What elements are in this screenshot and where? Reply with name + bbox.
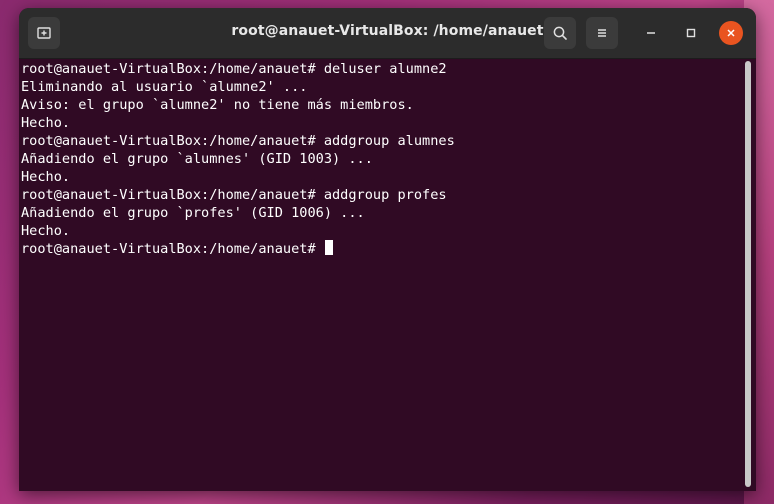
hamburger-menu-icon [598, 29, 606, 37]
terminal-line: Hecho. [21, 223, 71, 239]
maximize-button[interactable] [679, 21, 703, 45]
terminal-line: Eliminando al usuario `alumne2' ... [21, 79, 308, 95]
prompt-line: root@anauet-VirtualBox:/home/anauet# [21, 240, 333, 258]
terminal-line: Añadiendo el grupo `profes' (GID 1006) .… [21, 205, 365, 221]
maximize-icon [686, 28, 696, 38]
terminal-line: root@anauet-VirtualBox:/home/anauet# del… [21, 61, 447, 77]
minimize-icon [647, 32, 655, 34]
terminal-line: Añadiendo el grupo `alumnes' (GID 1003) … [21, 151, 373, 167]
terminal-line: root@anauet-VirtualBox:/home/anauet# add… [21, 187, 447, 203]
text-cursor [324, 240, 333, 255]
scrollbar[interactable] [745, 61, 751, 487]
prompt-text: root@anauet-VirtualBox:/home/anauet# [21, 241, 324, 257]
minimize-button[interactable] [639, 21, 663, 45]
terminal-window: root@anauet-VirtualBox: /home/anauet roo… [19, 8, 756, 491]
terminal-line: Hecho. [21, 115, 71, 131]
close-button[interactable] [719, 21, 743, 45]
terminal-line: Aviso: el grupo `alumne2' no tiene más m… [21, 97, 414, 113]
title-bar[interactable]: root@anauet-VirtualBox: /home/anauet [19, 8, 756, 59]
terminal-line: root@anauet-VirtualBox:/home/anauet# add… [21, 133, 455, 149]
search-icon [553, 26, 567, 40]
menu-button[interactable] [586, 17, 618, 49]
close-icon [727, 29, 735, 37]
search-button[interactable] [544, 17, 576, 49]
terminal-output[interactable]: root@anauet-VirtualBox:/home/anauet# del… [19, 59, 756, 491]
terminal-line: Hecho. [21, 169, 71, 185]
